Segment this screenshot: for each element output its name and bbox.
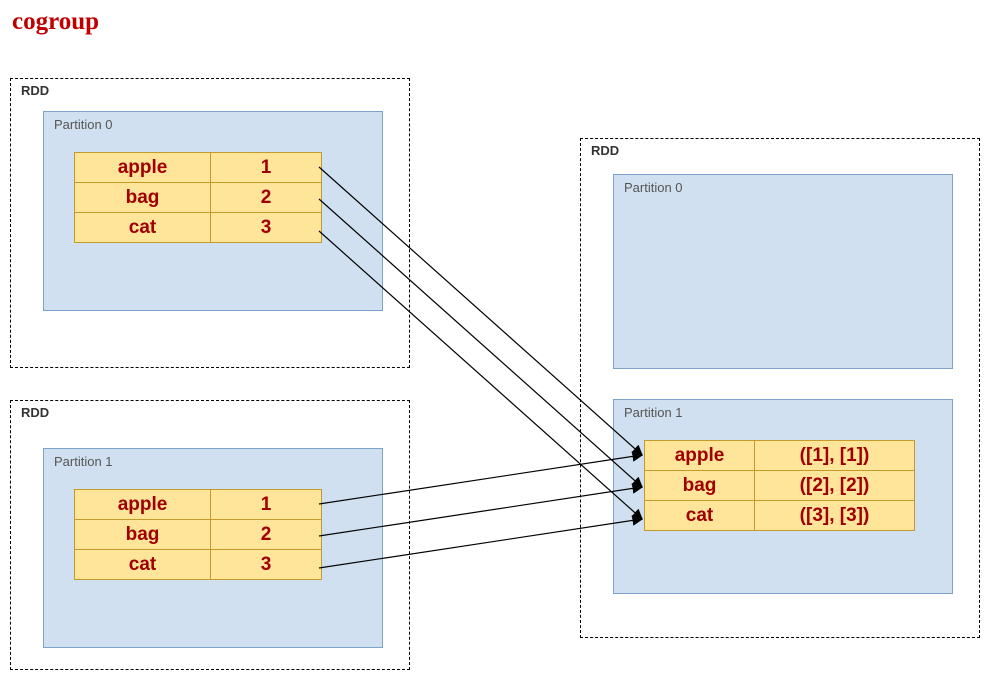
table-row: apple 1 [75,153,322,183]
rdd-box-left-bottom: RDD Partition 1 apple 1 bag 2 cat 3 [10,400,410,670]
kv-table-left-bottom: apple 1 bag 2 cat 3 [74,489,322,580]
rdd-box-right: RDD Partition 0 Partition 1 apple ([1], … [580,138,980,638]
partition-label: Partition 0 [624,180,683,195]
table-row: cat 3 [75,550,322,580]
cell-key: bag [75,520,211,550]
kv-table-left-top: apple 1 bag 2 cat 3 [74,152,322,243]
partition-label: Partition 1 [54,454,113,469]
partition-label: Partition 0 [54,117,113,132]
partition-box-0: Partition 0 apple 1 bag 2 cat 3 [43,111,383,311]
cell-value: 2 [211,183,322,213]
rdd-box-left-top: RDD Partition 0 apple 1 bag 2 cat 3 [10,78,410,368]
cell-value: 3 [211,213,322,243]
cell-value: 2 [211,520,322,550]
cell-value: ([3], [3]) [755,501,915,531]
diagram-canvas: cogroup RDD Partition 0 apple 1 bag 2 ca… [0,0,1003,683]
table-row: bag ([2], [2]) [645,471,915,501]
table-row: bag 2 [75,520,322,550]
rdd-label: RDD [591,143,619,158]
cell-value: ([1], [1]) [755,441,915,471]
rdd-label: RDD [21,405,49,420]
diagram-title: cogroup [12,8,99,36]
partition-box-right-0: Partition 0 [613,174,953,369]
cell-key: cat [75,550,211,580]
partition-box-right-1: Partition 1 apple ([1], [1]) bag ([2], [… [613,399,953,594]
cell-value: 1 [211,153,322,183]
table-row: bag 2 [75,183,322,213]
cell-key: bag [645,471,755,501]
cell-key: apple [645,441,755,471]
partition-label: Partition 1 [624,405,683,420]
kv-table-right: apple ([1], [1]) bag ([2], [2]) cat ([3]… [644,440,915,531]
cell-value: 1 [211,490,322,520]
partition-box-1: Partition 1 apple 1 bag 2 cat 3 [43,448,383,648]
rdd-label: RDD [21,83,49,98]
cell-value: ([2], [2]) [755,471,915,501]
table-row: cat 3 [75,213,322,243]
table-row: apple 1 [75,490,322,520]
cell-key: bag [75,183,211,213]
cell-key: cat [645,501,755,531]
table-row: apple ([1], [1]) [645,441,915,471]
cell-key: cat [75,213,211,243]
cell-value: 3 [211,550,322,580]
cell-key: apple [75,490,211,520]
table-row: cat ([3], [3]) [645,501,915,531]
cell-key: apple [75,153,211,183]
